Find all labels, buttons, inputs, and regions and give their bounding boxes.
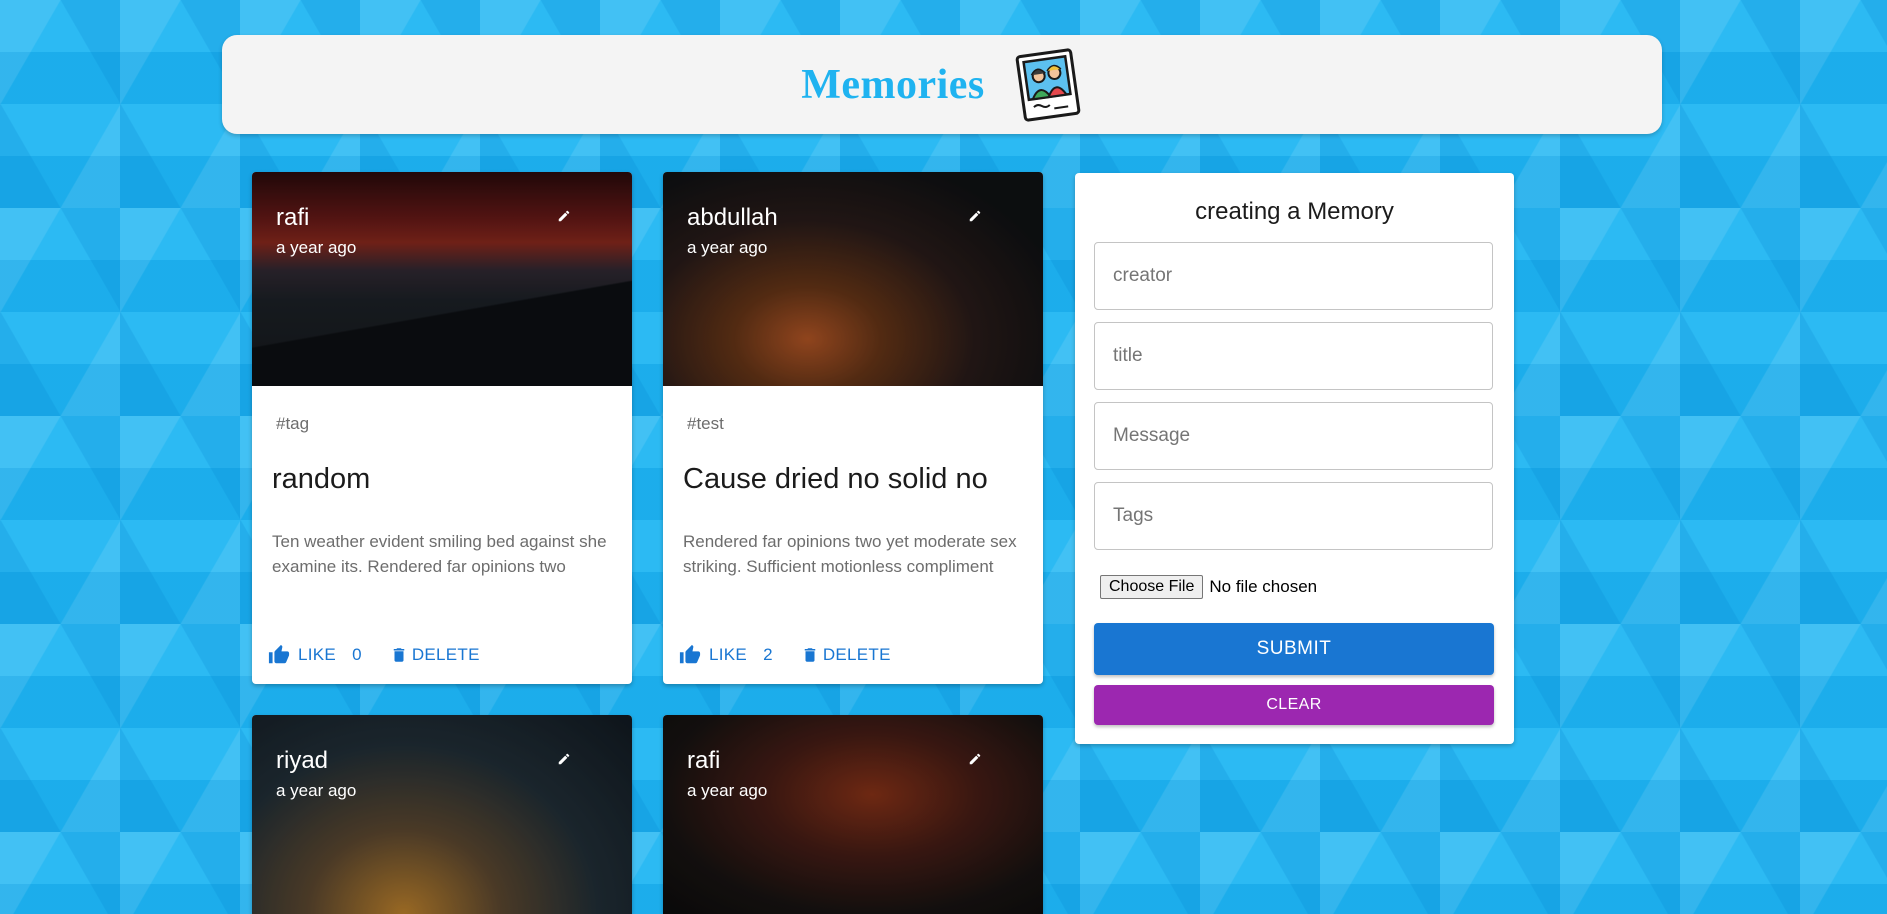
tags-input[interactable] xyxy=(1094,482,1493,550)
submit-button[interactable]: SUBMIT xyxy=(1094,623,1494,675)
message-input[interactable] xyxy=(1094,402,1493,470)
post-image: rafi a year ago xyxy=(252,172,632,386)
memories-photo-logo-icon xyxy=(1015,47,1081,122)
post-creator: riyad xyxy=(276,747,329,774)
file-status: No file chosen xyxy=(1209,577,1318,596)
post-time: a year ago xyxy=(687,238,768,257)
delete-button[interactable]: DELETE xyxy=(390,644,480,666)
post-message: Ten weather evident smiling bed against … xyxy=(272,532,607,576)
like-count: 0 xyxy=(352,645,362,664)
post-title: Cause dried no solid no xyxy=(683,463,988,495)
like-count: 2 xyxy=(763,645,773,664)
pencil-icon xyxy=(969,210,981,222)
post-tags: #tag xyxy=(276,414,310,433)
post-time: a year ago xyxy=(276,781,357,800)
post-title: random xyxy=(272,463,371,495)
creator-input[interactable] xyxy=(1094,242,1493,310)
title-input[interactable] xyxy=(1094,322,1493,390)
post-image-landscape xyxy=(252,276,632,386)
edit-post-button[interactable] xyxy=(963,204,987,228)
memory-form: creating a Memory Choose File No file ch… xyxy=(1075,173,1514,744)
like-button[interactable]: LIKE 0 xyxy=(268,644,362,666)
clear-button[interactable]: CLEAR xyxy=(1094,685,1494,725)
thumb-up-icon xyxy=(268,644,290,664)
post-card: abdullah a year ago #test Cause dried no… xyxy=(663,172,1043,684)
pencil-icon xyxy=(969,753,981,765)
post-actions: LIKE 2 DELETE xyxy=(679,644,891,666)
like-label: LIKE xyxy=(709,645,748,664)
form-title: creating a Memory xyxy=(1195,198,1394,225)
delete-label: DELETE xyxy=(411,645,480,664)
post-image: abdullah a year ago xyxy=(663,172,1043,386)
file-input: Choose File No file chosen xyxy=(1100,575,1317,599)
post-time: a year ago xyxy=(687,781,768,800)
post-message: Rendered far opinions two yet moderate s… xyxy=(683,532,1017,576)
app-bar: Memories xyxy=(222,35,1662,134)
like-label: LIKE xyxy=(298,645,337,664)
post-tags: #test xyxy=(687,414,724,433)
pencil-icon xyxy=(558,753,570,765)
post-time: a year ago xyxy=(276,238,357,257)
post-creator: abdullah xyxy=(687,204,778,231)
post-card: rafi a year ago xyxy=(663,715,1043,914)
post-card: rafi a year ago #tag random Ten weather … xyxy=(252,172,632,684)
post-actions: LIKE 0 DELETE xyxy=(268,644,480,666)
delete-label: DELETE xyxy=(822,645,891,664)
trash-icon xyxy=(804,648,816,662)
post-creator: rafi xyxy=(687,747,721,774)
delete-button[interactable]: DELETE xyxy=(801,644,891,666)
edit-post-button[interactable] xyxy=(963,747,987,771)
edit-post-button[interactable] xyxy=(552,747,576,771)
trash-icon xyxy=(393,648,405,662)
thumb-up-icon xyxy=(679,644,701,664)
post-image: riyad a year ago xyxy=(252,715,632,914)
edit-post-button[interactable] xyxy=(552,204,576,228)
pencil-icon xyxy=(558,210,570,222)
post-image: rafi a year ago xyxy=(663,715,1043,914)
app-title: Memories xyxy=(801,61,985,108)
post-creator: rafi xyxy=(276,204,310,231)
like-button[interactable]: LIKE 2 xyxy=(679,644,773,666)
choose-file-button[interactable]: Choose File xyxy=(1100,575,1204,599)
post-card: riyad a year ago xyxy=(252,715,632,914)
